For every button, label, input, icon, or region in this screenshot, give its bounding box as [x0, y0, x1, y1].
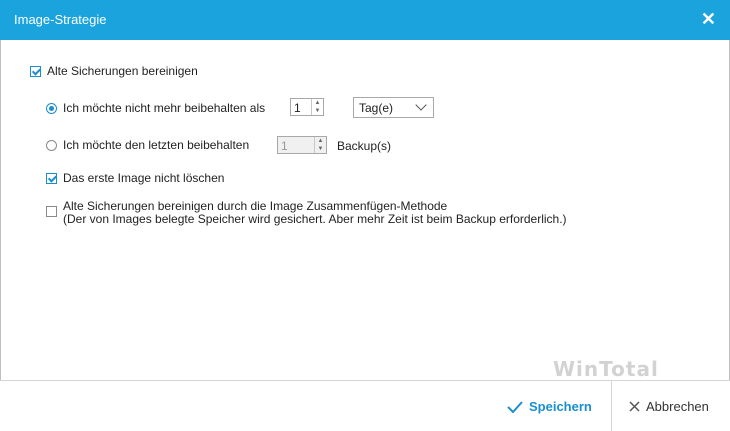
no-delete-first-checkbox[interactable] [46, 172, 57, 184]
stepper-arrows-icon[interactable]: ▲ ▼ [314, 137, 326, 153]
radio-days-label: Ich möchte nicht mehr beibehalten als [63, 101, 266, 115]
keep-suffix: Backup(s) [337, 139, 392, 153]
stepper-arrows-icon[interactable]: ▲ ▼ [311, 99, 323, 115]
chevron-down-icon [415, 99, 427, 111]
radio-days[interactable] [46, 102, 57, 114]
cleanup-label: Alte Sicherungen bereinigen [47, 64, 198, 78]
save-button[interactable]: Speichern [507, 399, 592, 414]
radio-keep-label: Ich möchte den letzten beibehalten [63, 138, 250, 152]
dialog-footer: Speichern Abbrechen [0, 380, 730, 431]
keep-value: 1 [281, 139, 288, 153]
merge-label-line2: (Der von Images belegte Speicher wird ge… [63, 212, 567, 226]
keep-stepper[interactable]: 1 ▲ ▼ [277, 136, 327, 154]
days-unit-value: Tag(e) [359, 101, 394, 115]
radio-days-option[interactable]: Ich möchte nicht mehr beibehalten als [46, 101, 265, 115]
checkmark-icon [507, 400, 523, 413]
no-delete-first-option[interactable]: Das erste Image nicht löschen [46, 171, 224, 185]
watermark-logo: WinTotal [553, 357, 659, 381]
window-title: Image-Strategie [14, 12, 107, 27]
no-delete-first-label: Das erste Image nicht löschen [63, 171, 225, 185]
days-unit-select[interactable]: Tag(e) [353, 97, 434, 118]
cleanup-option[interactable]: Alte Sicherungen bereinigen [30, 64, 198, 78]
radio-keep-option[interactable]: Ich möchte den letzten beibehalten [46, 138, 249, 152]
dialog-body: Alte Sicherungen bereinigen Ich möchte n… [0, 40, 730, 380]
cleanup-checkbox[interactable] [30, 65, 41, 77]
close-icon [629, 401, 640, 412]
close-icon[interactable]: ✕ [701, 9, 716, 29]
merge-checkbox[interactable] [46, 206, 57, 217]
days-stepper[interactable]: 1 ▲ ▼ [290, 98, 324, 116]
footer-divider [611, 381, 612, 431]
radio-keep[interactable] [46, 139, 57, 151]
cancel-label: Abbrechen [646, 399, 709, 414]
days-value: 1 [294, 101, 301, 115]
save-label: Speichern [529, 399, 592, 414]
title-bar: Image-Strategie ✕ [0, 0, 730, 40]
cancel-button[interactable]: Abbrechen [629, 399, 709, 414]
